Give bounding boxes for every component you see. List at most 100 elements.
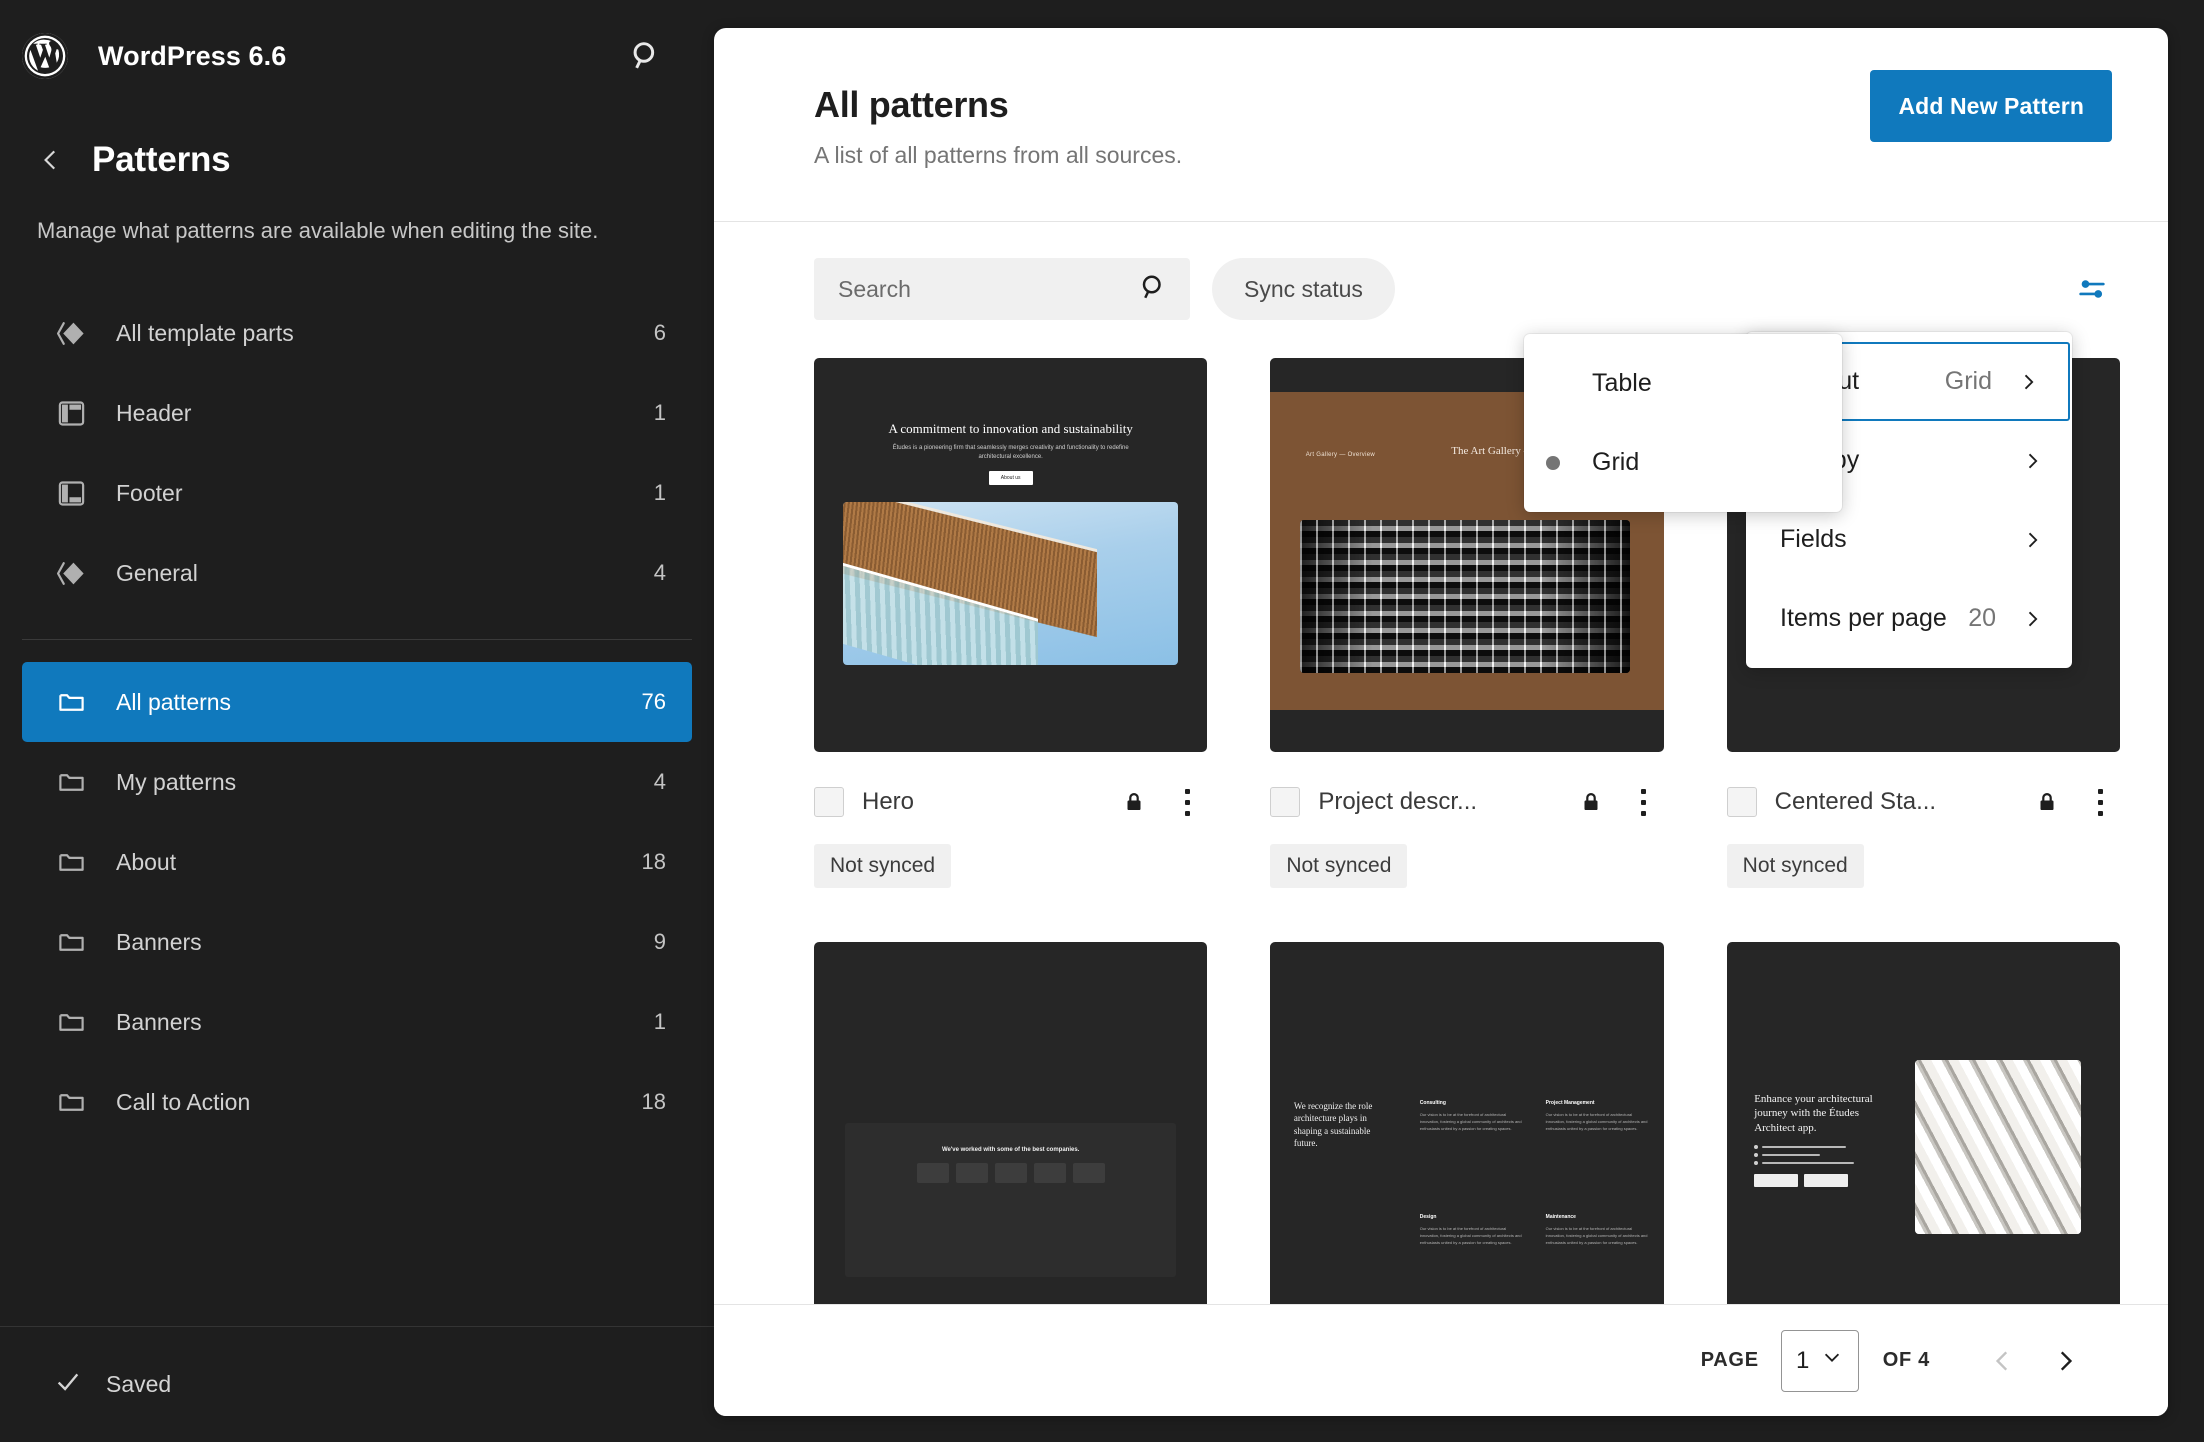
wordpress-logo-icon[interactable] [22, 33, 68, 79]
thumb-col-body: Our vision is to be at the forefront of … [1420, 1225, 1522, 1246]
thumb-heading: We recognize the role architecture plays… [1294, 1100, 1396, 1150]
sidebar-topbar: WordPress 6.6 [0, 0, 714, 112]
pattern-select-checkbox[interactable] [1727, 787, 1757, 817]
sidebar-group-template-parts: All template parts 6 Header 1 Footer 1 [0, 293, 714, 613]
thumbnail-art-logo-cloud: We've worked with some of the best compa… [814, 942, 1207, 1304]
pattern-name[interactable]: Centered Sta... [1775, 788, 2014, 816]
pattern-select-checkbox[interactable] [1270, 787, 1300, 817]
add-new-pattern-button[interactable]: Add New Pattern [1870, 70, 2112, 142]
sidebar-item-banners[interactable]: Banners 9 [22, 902, 692, 982]
sidebar-item-general[interactable]: General 4 [22, 533, 692, 613]
thumb-heading: A commitment to innovation and sustainab… [814, 420, 1207, 437]
menu-item-value: 20 [1968, 604, 1996, 633]
menu-item-value: Grid [1945, 367, 1992, 396]
menu-item-label: Items per page [1780, 604, 1956, 633]
menu-item-items-per-page[interactable]: Items per page 20 [1746, 579, 2072, 658]
pattern-thumbnail-app-promo[interactable]: Enhance your architectural journey with … [1727, 942, 2120, 1304]
pattern-meta: Hero [814, 770, 1207, 834]
sidebar-item-count: 18 [642, 1089, 666, 1115]
pattern-name[interactable]: Hero [862, 788, 1101, 816]
layout-option-table[interactable]: Table [1524, 344, 1842, 423]
pattern-name[interactable]: Project descr... [1318, 788, 1557, 816]
layers-icon [54, 556, 88, 590]
search-icon[interactable] [622, 32, 670, 80]
sidebar-item-about[interactable]: About 18 [22, 822, 692, 902]
chevron-right-icon [2018, 372, 2038, 392]
pattern-thumbnail-logo-cloud[interactable]: We've worked with some of the best compa… [814, 942, 1207, 1304]
sidebar-item-call-to-action[interactable]: Call to Action 18 [22, 1062, 692, 1142]
pagination-page-label: Page [1701, 1349, 1759, 1372]
menu-item-label: Fields [1780, 525, 1984, 554]
thumb-col-title: Maintenance [1546, 1214, 1648, 1220]
search-input-wrapper[interactable] [814, 258, 1190, 320]
sliders-filter-icon[interactable] [2064, 261, 2120, 317]
sidebar-header: Patterns Manage what patterns are availa… [0, 112, 714, 247]
search-input[interactable] [838, 276, 1138, 303]
chevron-right-icon[interactable] [2034, 1330, 2096, 1392]
sidebar-item-all-template-parts[interactable]: All template parts 6 [22, 293, 692, 373]
pattern-thumbnail-hero[interactable]: A commitment to innovation and sustainab… [814, 358, 1207, 752]
sidebar-item-label: Header [116, 400, 626, 427]
pattern-actions-menu-icon[interactable] [1167, 780, 1207, 824]
lock-icon [2032, 787, 2062, 817]
layout-option-grid[interactable]: Grid [1524, 423, 1842, 502]
thumb-col-title: Project Management [1546, 1100, 1648, 1106]
sidebar-item-label: General [116, 560, 626, 587]
thumb-heading: Enhance your architectural journey with … [1754, 1092, 1884, 1136]
radio-indicator-selected [1546, 456, 1580, 470]
pattern-select-checkbox[interactable] [814, 787, 844, 817]
sidebar-item-footer[interactable]: Footer 1 [22, 453, 692, 533]
sidebar-item-count: 4 [654, 560, 666, 586]
save-status-button[interactable]: Saved [22, 1368, 171, 1402]
page-title: Patterns [92, 140, 230, 180]
pattern-actions-menu-icon[interactable] [1624, 780, 1664, 824]
main-header: All patterns A list of all patterns from… [714, 28, 2168, 222]
pagination-total-label: of 4 [1883, 1349, 1930, 1372]
page-number-value: 1 [1796, 1347, 1809, 1375]
thumb-heading: We've worked with some of the best compa… [845, 1147, 1175, 1153]
sidebar-item-all-patterns[interactable]: All patterns 76 [22, 662, 692, 742]
chevron-left-icon[interactable] [36, 143, 66, 177]
sidebar-item-count: 6 [654, 320, 666, 346]
sidebar-item-count: 1 [654, 480, 666, 506]
save-status-label: Saved [106, 1371, 171, 1398]
main-panel: All patterns A list of all patterns from… [714, 28, 2168, 1416]
layout-option-label: Grid [1592, 448, 1812, 477]
pattern-meta: Project descr... [1270, 770, 1663, 834]
thumb-col-body: Our vision is to be at the forefront of … [1546, 1225, 1648, 1246]
thumb-body: Études is a pioneering firm that seamles… [889, 444, 1133, 461]
sidebar-item-label: Banners [116, 929, 626, 956]
folder-icon [54, 845, 88, 879]
chevron-left-icon[interactable] [1972, 1330, 2034, 1392]
pattern-card: We've worked with some of the best compa… [814, 942, 1207, 1304]
chevron-right-icon [2022, 451, 2042, 471]
sync-status-filter-button[interactable]: Sync status [1212, 258, 1395, 320]
sync-status-badge: Not synced [1270, 844, 1407, 888]
sidebar-footer: Saved [0, 1326, 714, 1442]
sidebar-item-count: 1 [654, 400, 666, 426]
sidebar-item-header[interactable]: Header 1 [22, 373, 692, 453]
footer-layout-icon [54, 476, 88, 510]
sidebar-group-pattern-categories: All patterns 76 My patterns 4 About 18 [0, 662, 714, 1142]
pattern-actions-menu-icon[interactable] [2080, 780, 2120, 824]
sidebar-item-my-patterns[interactable]: My patterns 4 [22, 742, 692, 822]
pattern-card: Enhance your architectural journey with … [1727, 942, 2120, 1304]
folder-icon [54, 765, 88, 799]
lock-icon [1119, 787, 1149, 817]
sidebar-item-count: 76 [642, 689, 666, 715]
thumb-col-title: Consulting [1420, 1100, 1522, 1106]
sidebar-item-count: 4 [654, 769, 666, 795]
thumb-logo-strip [845, 1163, 1175, 1183]
pattern-card: A commitment to innovation and sustainab… [814, 358, 1207, 888]
sidebar-item-banners-2[interactable]: Banners 1 [22, 982, 692, 1062]
check-icon [54, 1368, 82, 1402]
folder-icon [54, 1005, 88, 1039]
thumb-photo-facade [1300, 520, 1630, 674]
pattern-thumbnail-services-columns[interactable]: We recognize the role architecture plays… [1270, 942, 1663, 1304]
page-number-select[interactable]: 1 [1781, 1330, 1859, 1392]
sidebar: WordPress 6.6 Patterns Manage what patte… [0, 0, 714, 1442]
thumbnail-art-services: We recognize the role architecture plays… [1270, 942, 1663, 1304]
pattern-meta: Centered Sta... [1727, 770, 2120, 834]
sidebar-item-label: About [116, 849, 614, 876]
sync-status-badge: Not synced [1727, 844, 1864, 888]
